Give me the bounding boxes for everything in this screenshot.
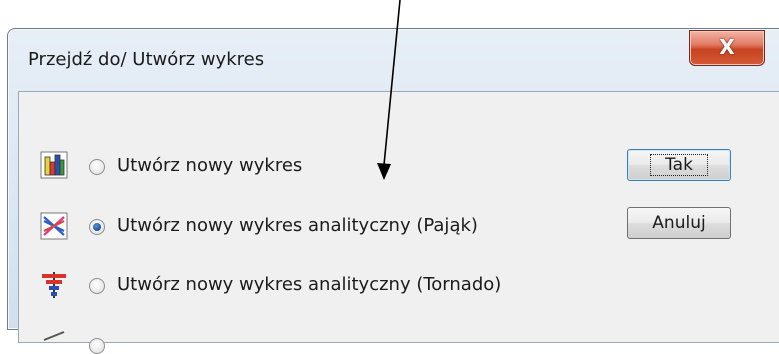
dialog-window: Przejdź do/ Utwórz wykres X Utwórz nowy … — [7, 28, 779, 354]
radio-partial-option[interactable] — [89, 338, 105, 354]
cancel-button[interactable]: Anuluj — [627, 207, 731, 239]
dialog-content: Utwórz nowy wykres Utwórz nowy wykres an… — [18, 91, 779, 354]
cancel-button-label: Anuluj — [652, 213, 706, 233]
radio-spider-chart[interactable] — [89, 219, 105, 235]
bar-chart-icon — [40, 151, 68, 179]
radio-tornado-chart[interactable] — [89, 278, 105, 294]
spider-chart-icon — [40, 212, 68, 240]
option-label-tornado-chart: Utwórz nowy wykres analityczny (Tornado) — [117, 274, 502, 295]
dialog-title: Przejdź do/ Utwórz wykres — [28, 49, 265, 70]
option-new-chart[interactable]: Utwórz nowy wykres — [19, 150, 619, 190]
title-bar[interactable]: Przejdź do/ Utwórz wykres X — [8, 29, 779, 91]
radio-new-chart[interactable] — [89, 159, 105, 175]
option-tornado-chart[interactable]: Utwórz nowy wykres analityczny (Tornado) — [19, 269, 619, 309]
close-button[interactable]: X — [689, 30, 765, 66]
close-icon: X — [719, 35, 735, 59]
ok-button-label: Tak — [650, 154, 708, 176]
tornado-chart-icon — [42, 272, 66, 298]
ok-button[interactable]: Tak — [627, 149, 731, 181]
option-spider-chart[interactable]: Utwórz nowy wykres analityczny (Pająk) — [19, 210, 619, 250]
option-label-spider-chart: Utwórz nowy wykres analityczny (Pająk) — [117, 215, 478, 236]
option-label-new-chart: Utwórz nowy wykres — [117, 155, 303, 176]
partial-option-icon — [43, 331, 65, 341]
